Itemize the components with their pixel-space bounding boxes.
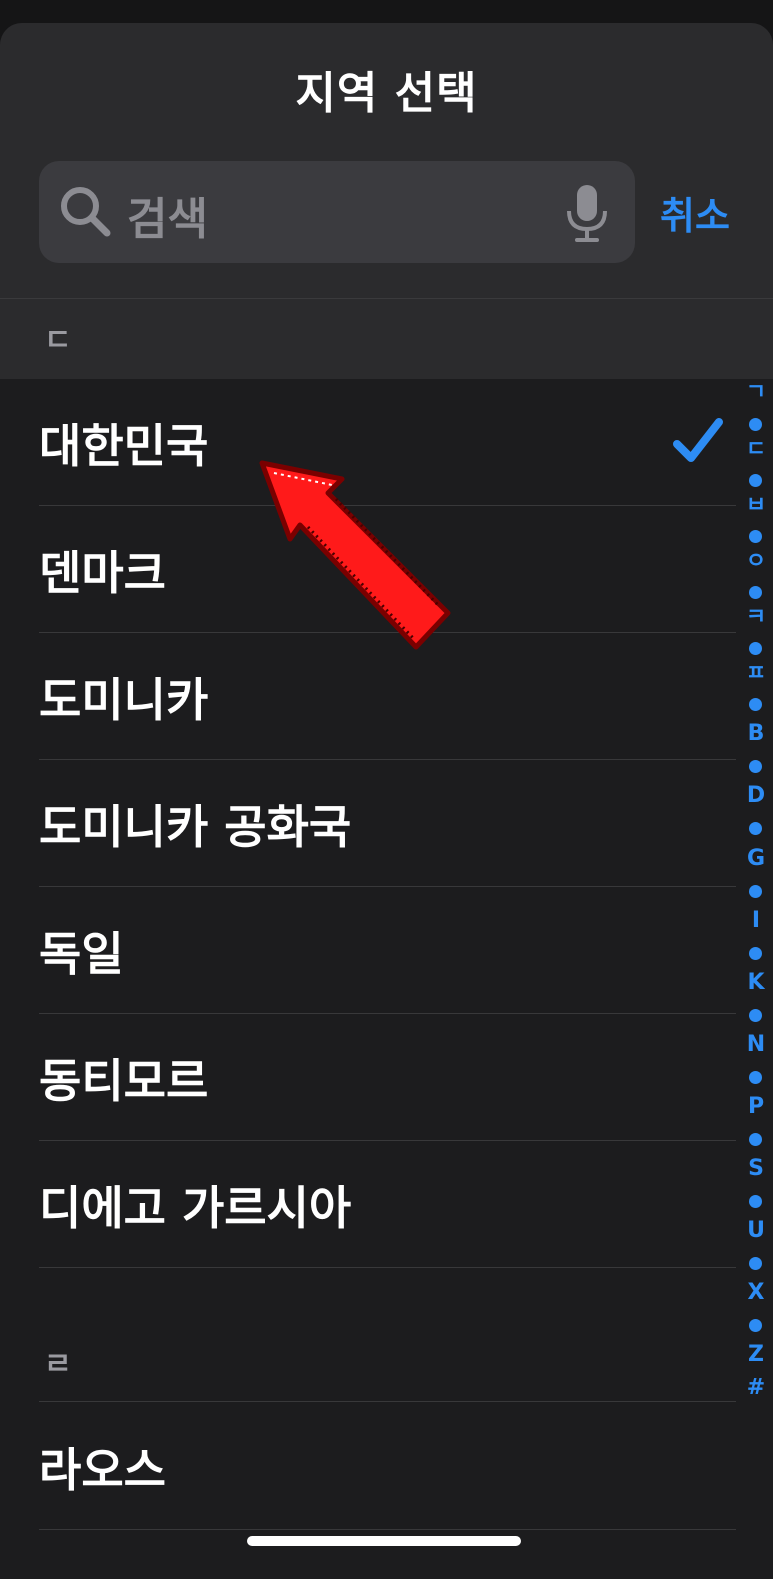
index-item[interactable]: I [744,909,768,933]
list-item-label: 독일 [39,927,124,981]
index-dot[interactable] [749,1257,762,1270]
list-item[interactable]: 독일 [39,886,736,1014]
index-item[interactable]: K [744,971,768,995]
index-dot[interactable] [749,418,762,431]
section-letter: ㄷ [44,323,72,358]
list-item[interactable]: 도미니카 공화국 [39,759,736,887]
index-dot[interactable] [749,822,762,835]
list-item[interactable]: 디에고 가르시아 [39,1140,736,1268]
index-dot[interactable] [749,1071,762,1084]
sheet-header: 지역 선택 검색 취소 [0,23,773,299]
section-header: ㄷ [0,298,773,379]
index-item[interactable]: D [744,784,768,808]
index-dot[interactable] [749,530,762,543]
search-placeholder: 검색 [127,194,208,245]
index-dot[interactable] [749,760,762,773]
index-dot[interactable] [749,698,762,711]
index-item[interactable]: ㅂ [744,494,768,518]
list-item-label: 디에고 가르시아 [39,1181,352,1235]
index-item[interactable]: ㅇ [744,550,768,574]
index-item[interactable]: ㅍ [744,662,768,686]
index-item[interactable]: B [744,722,768,746]
index-dot[interactable] [749,586,762,599]
list-item[interactable]: 라오스 [39,1402,736,1530]
index-dot[interactable] [749,1195,762,1208]
cancel-button[interactable]: 취소 [660,185,730,240]
search-icon [61,187,111,237]
list-item-label: 덴마크 [39,546,166,600]
index-dot[interactable] [749,885,762,898]
region-picker-sheet: 지역 선택 검색 취소 ㄷ 대한민국 덴마크 도미니카 도미니카 공화국 독일 … [0,23,773,1579]
index-item[interactable]: P [744,1095,768,1119]
index-dot[interactable] [749,642,762,655]
list-item-label: 도미니카 공화국 [39,800,352,854]
index-item[interactable]: Z [744,1343,768,1367]
list-item-label: 라오스 [39,1443,166,1497]
index-item[interactable]: ㄷ [744,438,768,462]
section-header: ㄹ [44,1347,72,1382]
index-dot[interactable] [749,474,762,487]
index-dot[interactable] [749,1009,762,1022]
index-item[interactable]: # [744,1376,768,1400]
index-item[interactable]: X [744,1281,768,1305]
index-item[interactable]: N [744,1033,768,1057]
search-input[interactable]: 검색 [39,161,635,263]
list-item-label: 대한민국 [39,419,209,473]
red-arrow-annotation [259,460,451,650]
index-dot[interactable] [749,1319,762,1332]
index-item[interactable]: S [744,1157,768,1181]
index-item[interactable]: ㄱ [744,381,768,405]
list-item-label: 도미니카 [39,673,209,727]
list-item-label: 동티모르 [39,1054,209,1108]
index-dot[interactable] [749,947,762,960]
index-item[interactable]: ㅋ [744,606,768,630]
list-item[interactable]: 동티모르 [39,1013,736,1141]
microphone-icon[interactable] [563,183,611,243]
page-title: 지역 선택 [295,68,478,119]
checkmark-icon [673,418,723,462]
index-dot[interactable] [749,1133,762,1146]
index-item[interactable]: G [744,847,768,871]
index-item[interactable]: U [744,1219,768,1243]
home-indicator[interactable] [247,1536,521,1546]
